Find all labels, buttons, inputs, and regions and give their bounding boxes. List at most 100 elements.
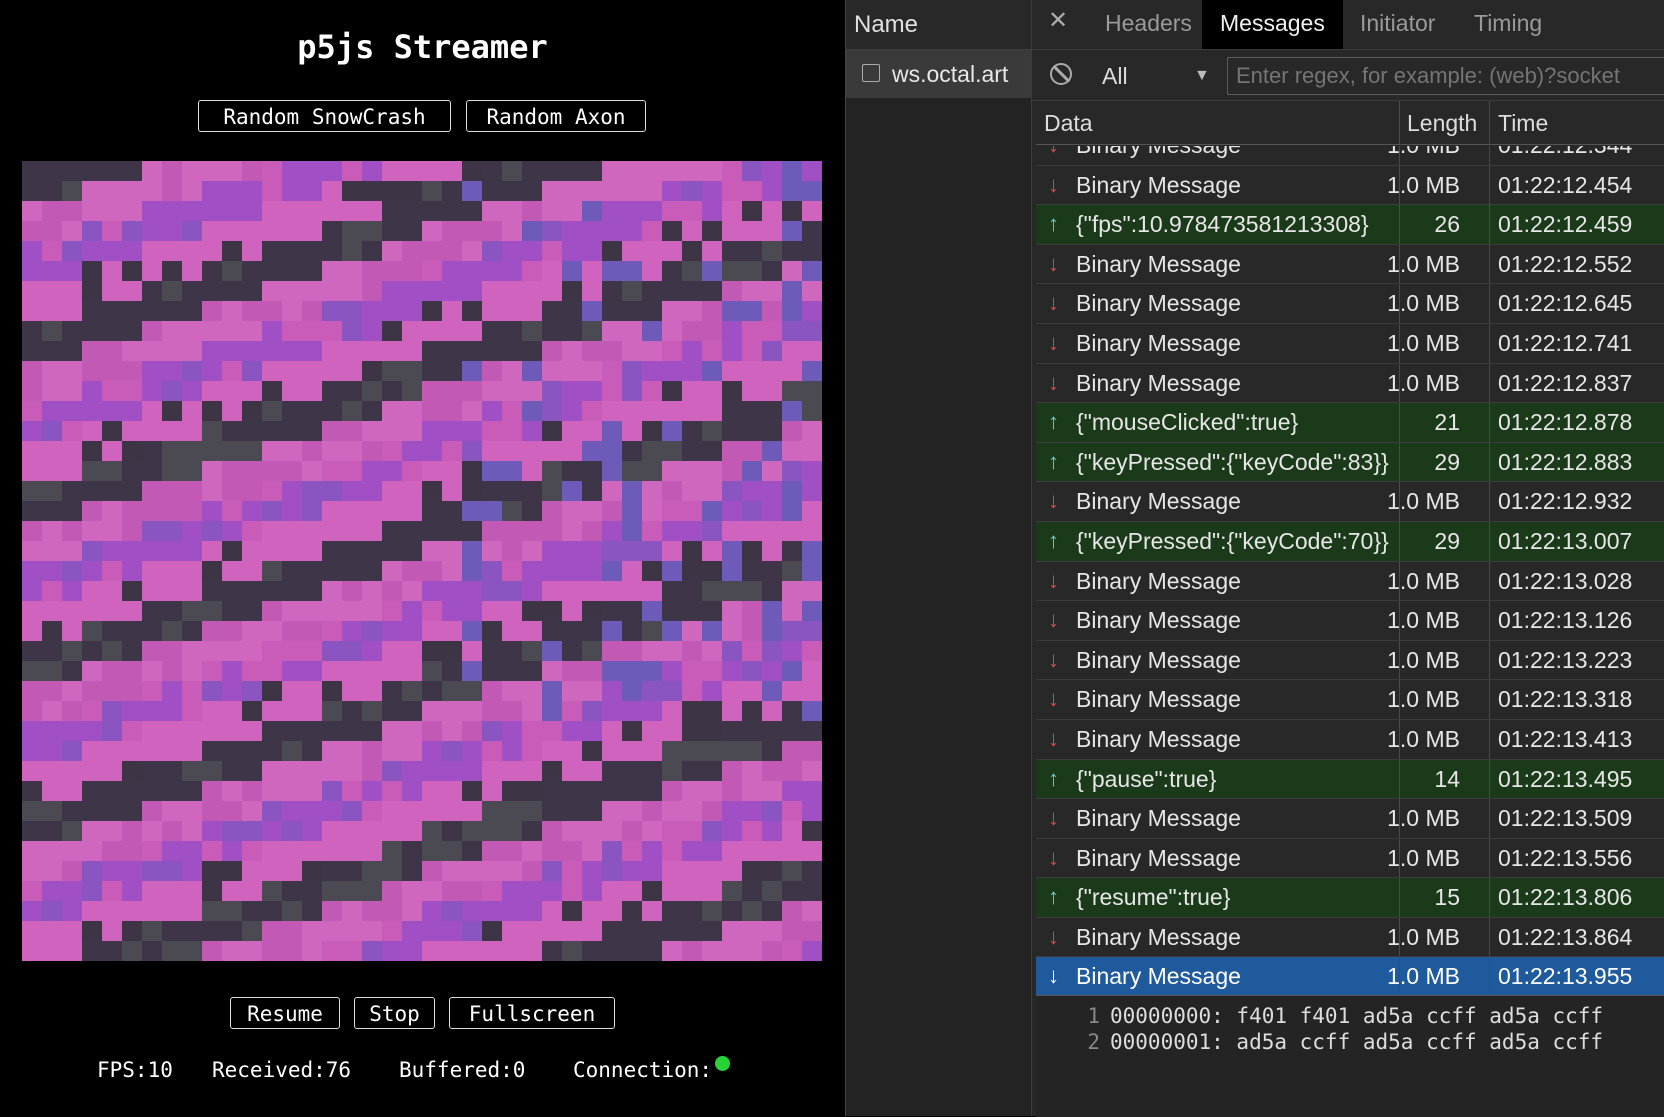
message-length: 1.0 MB xyxy=(1387,171,1460,198)
message-row[interactable]: ↓ Binary Message 1.0 MB 01:22:13.126 xyxy=(1036,601,1664,641)
arrow-down-icon: ↓ xyxy=(1048,488,1059,514)
time-column-header[interactable]: Time xyxy=(1498,101,1548,145)
tab-messages[interactable]: Messages xyxy=(1202,0,1343,49)
hex-line-number: 2 xyxy=(1087,1030,1100,1054)
message-row[interactable]: ↓ Binary Message 1.0 MB 01:22:13.864 xyxy=(1036,917,1664,958)
message-time: 01:22:13.223 xyxy=(1498,646,1633,673)
cell-divider xyxy=(1489,165,1490,205)
devtools-panel: Name ws.octal.art ✕ Headers Messages Ini… xyxy=(846,0,1664,1117)
message-row[interactable]: ↓ Binary Message 1.0 MB 01:22:12.932 xyxy=(1036,482,1664,522)
message-data: {"resume":true} xyxy=(1076,884,1231,911)
message-data: Binary Message xyxy=(1076,805,1241,832)
message-length: 1.0 MB xyxy=(1387,250,1460,277)
message-length: 14 xyxy=(1434,765,1460,792)
arrow-down-icon: ↓ xyxy=(1048,686,1059,712)
cell-divider xyxy=(1489,878,1490,917)
name-column-header[interactable]: Name xyxy=(846,0,1031,50)
regex-filter-input[interactable] xyxy=(1227,57,1664,95)
messages-list[interactable]: ↓ Binary Message 1.0 MB 01:22:12.344 ↓ Binary… xyxy=(1036,146,1664,1096)
stream-canvas[interactable] xyxy=(22,161,822,961)
message-type-select[interactable]: All xyxy=(1102,50,1128,102)
hex-line-text: 00000001: ad5a ccff ad5a ccff ad5a ccff xyxy=(1110,1030,1604,1054)
message-length: 1.0 MB xyxy=(1387,725,1460,752)
close-icon[interactable]: ✕ xyxy=(1048,0,1068,42)
chevron-down-icon[interactable]: ▼ xyxy=(1194,50,1210,102)
data-column-header[interactable]: Data xyxy=(1044,101,1093,145)
clear-messages-icon[interactable] xyxy=(1050,63,1072,85)
fullscreen-button[interactable]: Fullscreen xyxy=(449,997,615,1029)
message-row[interactable]: ↓ Binary Message 1.0 MB 01:22:12.837 xyxy=(1036,363,1664,404)
cell-divider xyxy=(1489,482,1490,521)
tab-headers[interactable]: Headers xyxy=(1087,0,1210,49)
random-axon-button[interactable]: Random Axon xyxy=(466,100,646,132)
random-snowcrash-button[interactable]: Random SnowCrash xyxy=(198,100,451,132)
cell-divider xyxy=(1489,244,1490,284)
message-row[interactable]: ↓ Binary Message 1.0 MB 01:22:13.556 xyxy=(1036,838,1664,879)
cell-divider xyxy=(1489,680,1490,719)
message-row[interactable]: ↑ {"fps":10.978473581213308} 26 01:22:12.45… xyxy=(1036,205,1664,245)
message-length: 1.0 MB xyxy=(1387,290,1460,317)
message-row[interactable]: ↓ Binary Message 1.0 MB 01:22:13.955 xyxy=(1036,957,1664,998)
cell-divider xyxy=(1489,442,1490,482)
hex-line-text: 00000000: f401 f401 ad5a ccff ad5a ccff xyxy=(1110,1004,1604,1028)
message-time: 01:22:13.864 xyxy=(1498,923,1633,950)
arrow-down-icon: ↓ xyxy=(1048,369,1059,395)
message-row[interactable]: ↑ {"keyPressed":{"keyCode":70}} 29 01:22:13… xyxy=(1036,521,1664,562)
message-time: 01:22:13.556 xyxy=(1498,844,1633,871)
length-column-header[interactable]: Length xyxy=(1407,101,1477,145)
message-row[interactable]: ↑ {"resume":true} 15 01:22:13.806 xyxy=(1036,878,1664,918)
message-length: 15 xyxy=(1434,884,1460,911)
message-row[interactable]: ↓ Binary Message 1.0 MB 01:22:12.344 xyxy=(1036,146,1664,166)
message-time: 01:22:13.495 xyxy=(1498,765,1633,792)
message-length: 1.0 MB xyxy=(1387,963,1460,990)
p5js-streamer-page: p5js Streamer Random SnowCrash Random Ax… xyxy=(0,0,845,1116)
arrow-up-icon: ↑ xyxy=(1048,527,1059,553)
message-row[interactable]: ↓ Binary Message 1.0 MB 01:22:13.413 xyxy=(1036,719,1664,760)
message-time: 01:22:12.741 xyxy=(1498,329,1633,356)
message-row[interactable]: ↓ Binary Message 1.0 MB 01:22:13.318 xyxy=(1036,680,1664,720)
message-length: 1.0 MB xyxy=(1387,607,1460,634)
resume-button[interactable]: Resume xyxy=(230,997,340,1029)
message-length: 1.0 MB xyxy=(1387,329,1460,356)
cell-divider xyxy=(1489,799,1490,838)
request-checkbox[interactable] xyxy=(862,64,880,82)
message-data: Binary Message xyxy=(1076,488,1241,515)
message-row[interactable]: ↓ Binary Message 1.0 MB 01:22:12.645 xyxy=(1036,284,1664,324)
messages-table: Data Length Time ↓ Binary Message 1.0 MB 01… xyxy=(1036,101,1664,998)
column-divider[interactable] xyxy=(1489,101,1490,144)
message-length: 1.0 MB xyxy=(1387,686,1460,713)
message-row[interactable]: ↑ {"keyPressed":{"keyCode":83}} 29 01:22:12… xyxy=(1036,442,1664,483)
message-length: 21 xyxy=(1434,409,1460,436)
message-length: 1.0 MB xyxy=(1387,488,1460,515)
column-divider[interactable] xyxy=(1399,101,1400,144)
tab-initiator[interactable]: Initiator xyxy=(1342,0,1453,49)
message-row[interactable]: ↓ Binary Message 1.0 MB 01:22:12.454 xyxy=(1036,165,1664,206)
arrow-down-icon: ↓ xyxy=(1048,805,1059,831)
tab-timing[interactable]: Timing xyxy=(1456,0,1560,49)
message-length: 1.0 MB xyxy=(1387,369,1460,396)
message-row[interactable]: ↓ Binary Message 1.0 MB 01:22:13.223 xyxy=(1036,640,1664,681)
arrow-down-icon: ↓ xyxy=(1048,844,1059,870)
message-data: Binary Message xyxy=(1076,686,1241,713)
cell-divider xyxy=(1489,917,1490,957)
hex-line: 1 00000000: f401 f401 ad5a ccff ad5a ccff xyxy=(1036,1002,1603,1030)
stop-button[interactable]: Stop xyxy=(354,997,435,1029)
message-length: 1.0 MB xyxy=(1387,146,1460,165)
request-row[interactable]: ws.octal.art xyxy=(846,50,1031,98)
message-time: 01:22:13.126 xyxy=(1498,607,1633,634)
message-row[interactable]: ↓ Binary Message 1.0 MB 01:22:13.028 xyxy=(1036,561,1664,602)
message-row[interactable]: ↑ {"pause":true} 14 01:22:13.495 xyxy=(1036,759,1664,800)
message-row[interactable]: ↓ Binary Message 1.0 MB 01:22:12.741 xyxy=(1036,323,1664,364)
cell-divider xyxy=(1489,403,1490,442)
message-length: 1.0 MB xyxy=(1387,567,1460,594)
hex-line-number: 1 xyxy=(1087,1004,1100,1028)
message-row[interactable]: ↓ Binary Message 1.0 MB 01:22:12.552 xyxy=(1036,244,1664,285)
message-data: Binary Message xyxy=(1076,567,1241,594)
arrow-down-icon: ↓ xyxy=(1048,607,1059,633)
arrow-down-icon: ↓ xyxy=(1048,923,1059,949)
message-row[interactable]: ↑ {"mouseClicked":true} 21 01:22:12.878 xyxy=(1036,403,1664,443)
cell-divider xyxy=(1489,561,1490,601)
message-time: 01:22:13.509 xyxy=(1498,805,1633,832)
connection-status-dot xyxy=(715,1056,731,1071)
message-row[interactable]: ↓ Binary Message 1.0 MB 01:22:13.509 xyxy=(1036,799,1664,839)
